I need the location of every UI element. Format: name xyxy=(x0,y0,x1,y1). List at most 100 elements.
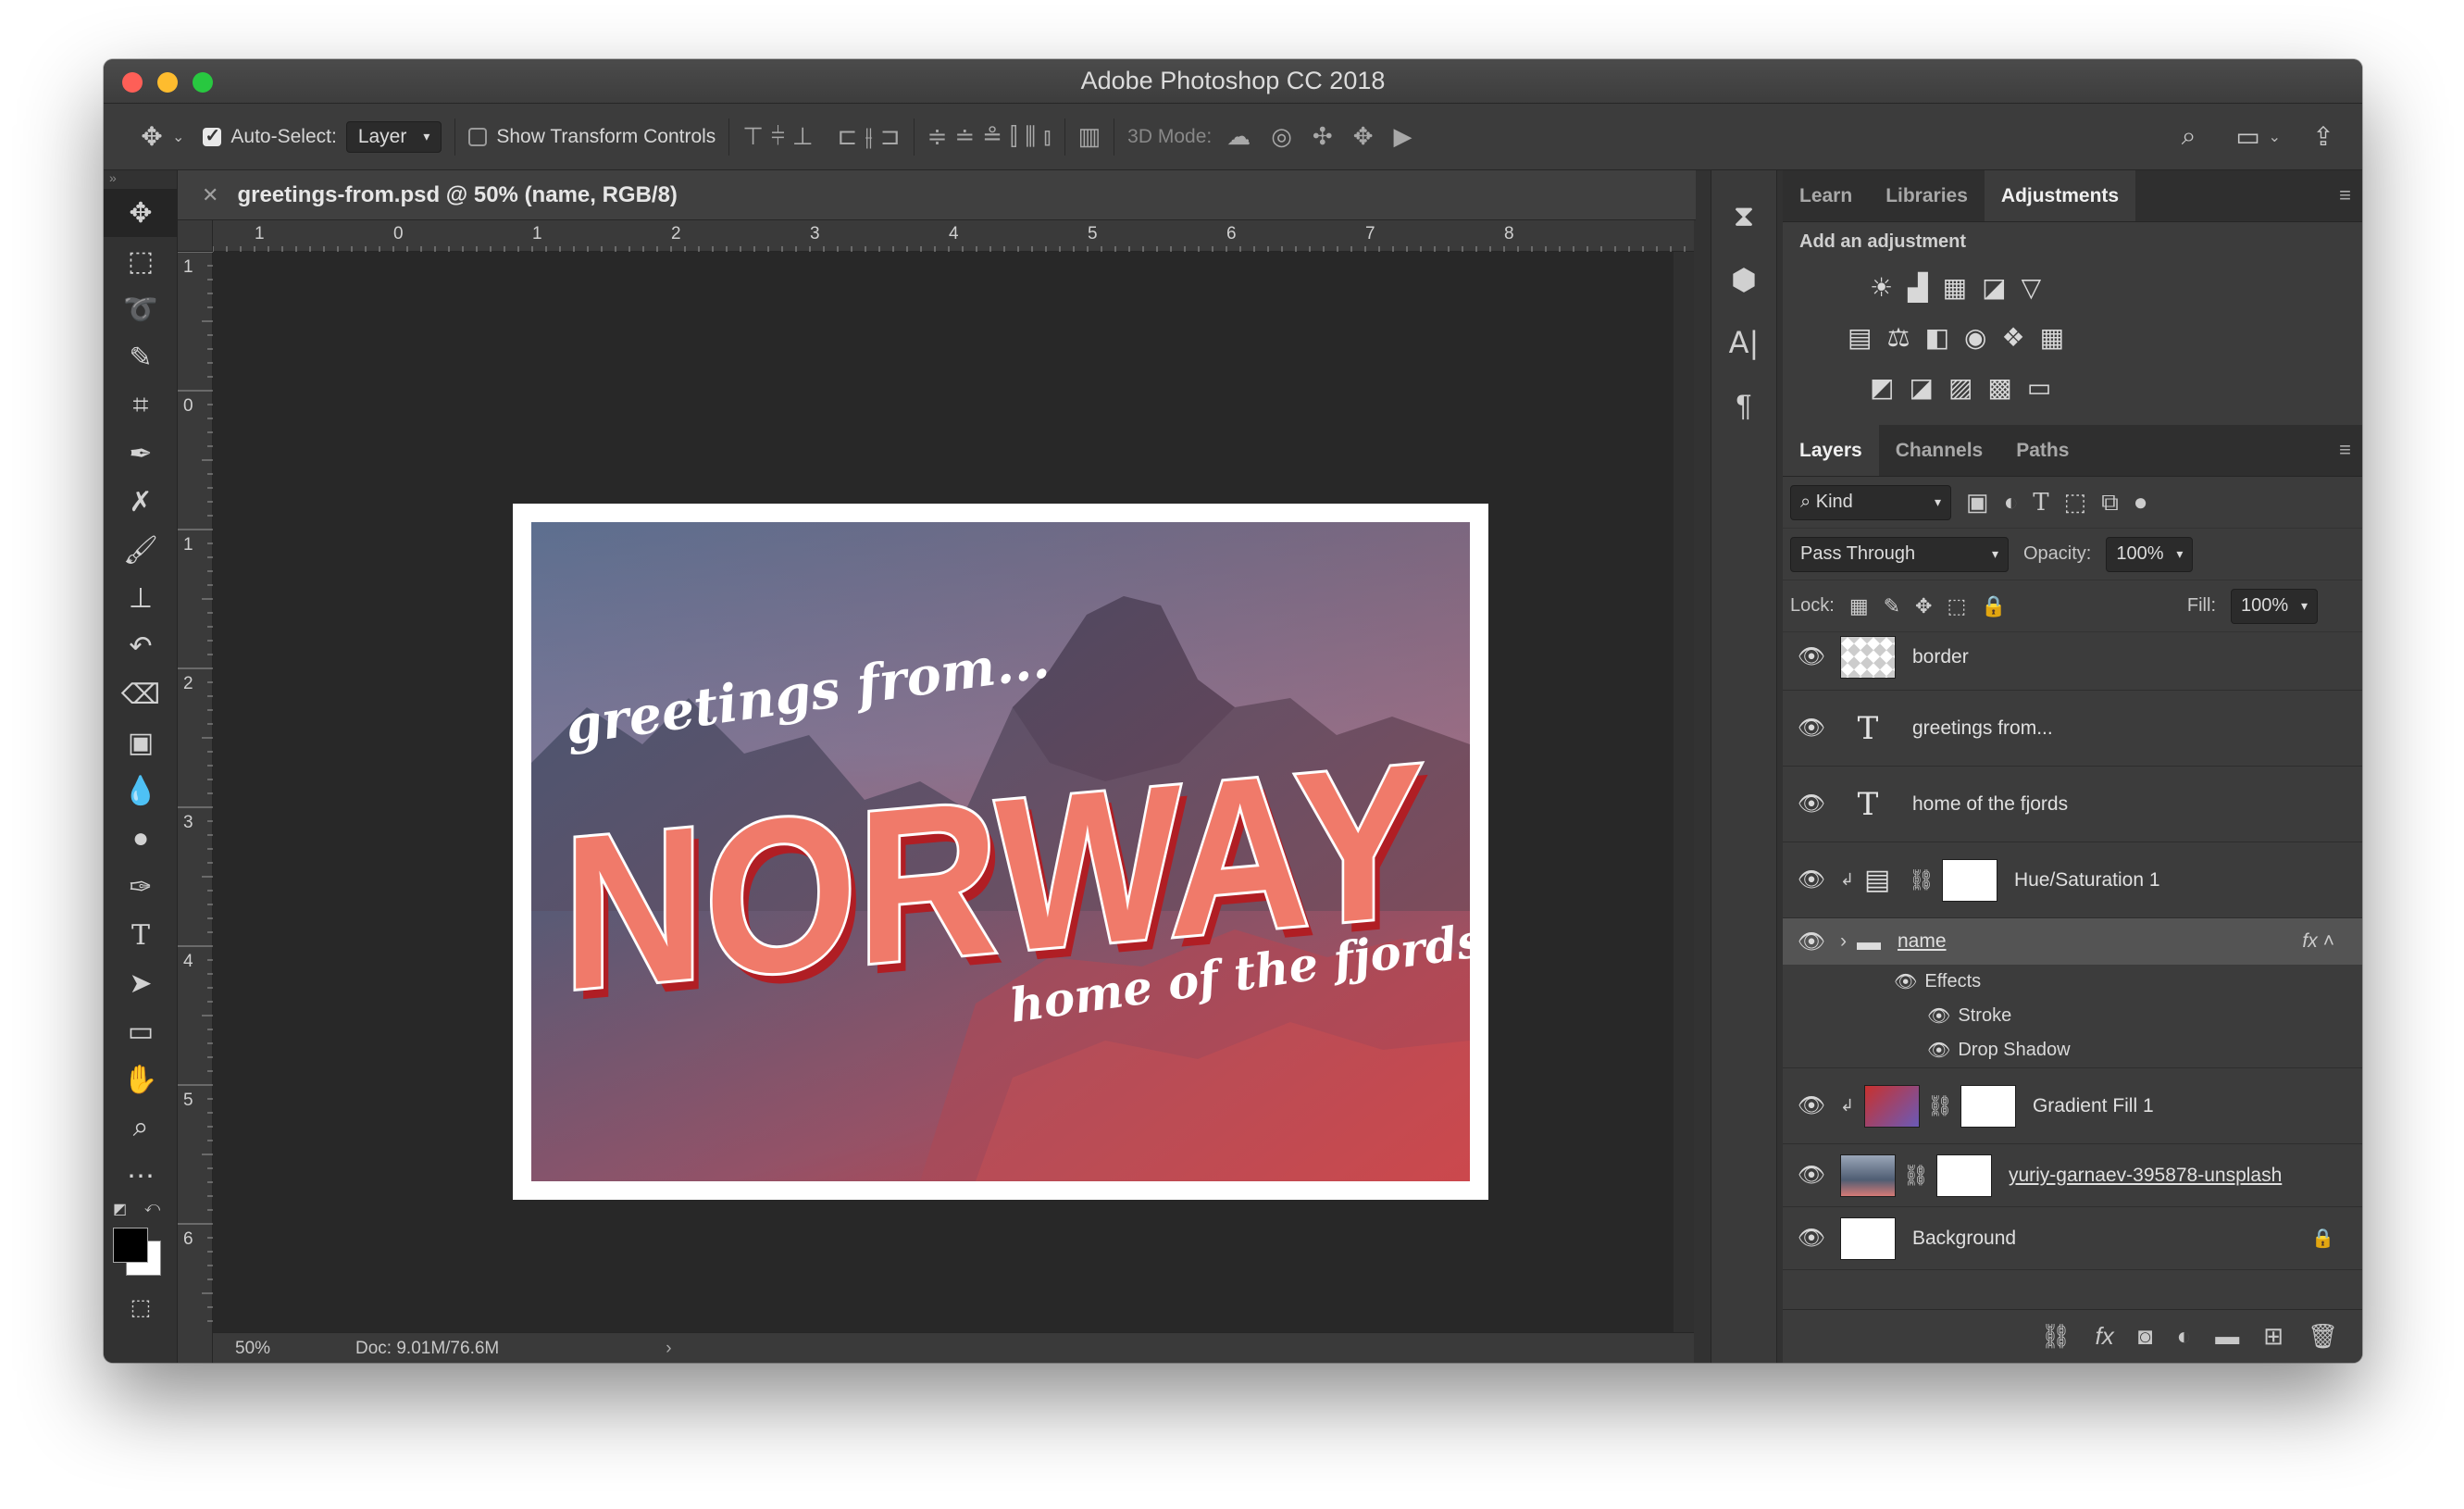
align-top-icon[interactable]: ⊤ xyxy=(742,122,764,152)
layer-mask-thumbnail[interactable] xyxy=(1941,858,1997,902)
share-icon[interactable]: ⇪ xyxy=(2303,121,2344,152)
layer-mask-thumbnail[interactable] xyxy=(1960,1084,2016,1128)
hue-saturation-icon[interactable]: ▤ xyxy=(1848,322,1872,353)
fx-badge-icon[interactable]: fx xyxy=(2302,930,2317,953)
effect-row-drop-shadow[interactable]: 👁 Drop Shadow xyxy=(1783,1033,2362,1067)
brush-tool-icon[interactable]: 🖌 xyxy=(104,526,178,574)
filter-toggle-icon[interactable]: ● xyxy=(2134,488,2148,517)
chain-link-icon[interactable]: ⛓ xyxy=(1909,868,1935,892)
paragraph-panel-icon[interactable]: ¶ xyxy=(1711,374,1776,437)
zoom-tool-icon[interactable]: ⌕ xyxy=(104,1104,178,1152)
visibility-eye-icon[interactable]: 👁 xyxy=(1783,715,1840,742)
hand-tool-icon[interactable]: ✋ xyxy=(104,1055,178,1104)
lock-artboard-icon[interactable]: ⬚ xyxy=(1947,594,1966,618)
visibility-eye-icon[interactable]: 👁 xyxy=(1894,970,1917,993)
invert-icon[interactable]: ◩ xyxy=(1870,372,1894,403)
3d-pan-icon[interactable]: ✣ xyxy=(1313,122,1333,151)
visibility-eye-icon[interactable]: 👁 xyxy=(1927,1039,1950,1062)
zoom-window-button[interactable] xyxy=(193,72,213,93)
eraser-tool-icon[interactable]: ⌫ xyxy=(104,670,178,718)
black-white-icon[interactable]: ◧ xyxy=(1925,322,1949,353)
add-mask-icon[interactable]: ◙ xyxy=(2138,1322,2153,1351)
color-balance-icon[interactable]: ⚖ xyxy=(1886,322,1910,353)
distribute-vcenter-icon[interactable]: ≐ xyxy=(954,122,975,152)
align-left-icon[interactable]: ⊏ xyxy=(838,122,858,152)
horizontal-ruler[interactable]: 1 0 1 2 3 4 5 6 7 8 xyxy=(212,220,1694,252)
collapse-effects-icon[interactable]: ˄ xyxy=(2323,930,2334,953)
filter-type-icon[interactable]: T xyxy=(2033,489,2048,517)
close-window-button[interactable] xyxy=(122,72,143,93)
dodge-tool-icon[interactable]: ● xyxy=(104,815,178,863)
ruler-origin[interactable] xyxy=(178,220,213,252)
new-group-icon[interactable]: ▬ xyxy=(2215,1322,2239,1351)
effects-row[interactable]: 👁 Effects xyxy=(1783,965,2362,999)
history-brush-tool-icon[interactable]: ↶ xyxy=(104,622,178,670)
3d-panel-icon[interactable]: ⬢ xyxy=(1711,248,1776,311)
chain-link-icon[interactable]: ⛓ xyxy=(1927,1094,1953,1118)
path-selection-tool-icon[interactable]: ➤ xyxy=(104,959,178,1007)
status-menu-chevron-icon[interactable]: › xyxy=(666,1339,671,1359)
threshold-icon[interactable]: ▨ xyxy=(1948,372,1972,403)
align-bottom-icon[interactable]: ⊥ xyxy=(792,122,814,152)
panel-menu-icon[interactable]: ≡ xyxy=(2339,183,2351,207)
gradient-tool-icon[interactable]: ▣ xyxy=(104,718,178,767)
auto-select-checkbox[interactable] xyxy=(203,124,222,147)
distribute-top-icon[interactable]: ≑ xyxy=(927,122,948,152)
exposure-icon[interactable]: ◪ xyxy=(1982,272,2006,303)
close-document-icon[interactable]: ✕ xyxy=(202,183,218,207)
canvas-area[interactable]: greetings from... NORWAY NORWAY home of … xyxy=(213,252,1694,1363)
3d-slide-icon[interactable]: ✥ xyxy=(1353,122,1374,151)
quick-selection-tool-icon[interactable]: ✎ xyxy=(104,333,178,381)
filter-shape-icon[interactable]: ⬚ xyxy=(2064,488,2087,517)
vertical-scrollbar[interactable] xyxy=(1674,252,1694,1332)
visibility-eye-icon[interactable]: 👁 xyxy=(1783,791,1840,817)
tab-paths[interactable]: Paths xyxy=(1999,425,2085,476)
tab-learn[interactable]: Learn xyxy=(1783,170,1869,221)
document-tab[interactable]: ✕ greetings-from.psd @ 50% (name, RGB/8) xyxy=(178,170,1696,220)
tab-adjustments[interactable]: Adjustments xyxy=(1984,170,2136,221)
vibrance-icon[interactable]: ▽ xyxy=(2022,272,2042,303)
workspace-icon[interactable]: ▭ xyxy=(2228,121,2269,152)
filter-pixel-icon[interactable]: ▣ xyxy=(1966,488,1989,517)
healing-brush-tool-icon[interactable]: ✗ xyxy=(104,478,178,526)
auto-align-icon[interactable]: ▥ xyxy=(1078,122,1101,151)
lock-position-icon[interactable]: ✥ xyxy=(1915,594,1932,618)
blend-mode-select[interactable]: Pass Through ▾ xyxy=(1790,536,2009,572)
3d-scale-icon[interactable]: ▶ xyxy=(1394,122,1412,151)
tab-channels[interactable]: Channels xyxy=(1879,425,2000,476)
panel-menu-icon[interactable]: ≡ xyxy=(2339,438,2351,462)
layer-group-name[interactable]: 👁 › ▬ name fx ˄ 👁 Effects 👁 Stroke 👁 Dro… xyxy=(1783,918,2362,1068)
lock-transparency-icon[interactable]: ▦ xyxy=(1849,594,1869,618)
crop-tool-icon[interactable]: ⌗ xyxy=(104,381,178,430)
character-panel-icon[interactable]: A| xyxy=(1711,311,1776,374)
visibility-eye-icon[interactable]: 👁 xyxy=(1927,1004,1950,1028)
filter-kind-select[interactable]: ⌕ Kind ▾ xyxy=(1790,484,1951,520)
align-right-icon[interactable]: ⊐ xyxy=(880,122,901,152)
lock-icon[interactable]: 🔒 xyxy=(2311,1227,2334,1250)
3d-roll-icon[interactable]: ◎ xyxy=(1271,122,1292,151)
distribute-bottom-icon[interactable]: ≗ xyxy=(982,122,1002,152)
layer-mask-thumbnail[interactable] xyxy=(1935,1154,1992,1197)
lasso-tool-icon[interactable]: ➰ xyxy=(104,285,178,333)
visibility-eye-icon[interactable]: 👁 xyxy=(1783,1162,1840,1189)
fill-field[interactable]: 100% ▾ xyxy=(2231,588,2318,624)
effect-row-stroke[interactable]: 👁 Stroke xyxy=(1783,999,2362,1033)
chain-link-icon[interactable]: ⛓ xyxy=(1903,1164,1929,1188)
layer-row-border[interactable]: 👁 border xyxy=(1783,624,2362,691)
photo-filter-icon[interactable]: ◉ xyxy=(1964,322,1986,353)
minimize-window-button[interactable] xyxy=(157,72,178,93)
brightness-contrast-icon[interactable]: ☀ xyxy=(1870,272,1893,303)
search-icon[interactable]: ⌕ xyxy=(2169,121,2209,152)
move-tool-preset-icon[interactable]: ✥ xyxy=(131,121,172,152)
delete-layer-icon[interactable]: 🗑 xyxy=(2308,1322,2338,1351)
new-adjustment-icon[interactable]: ◐ xyxy=(2176,1322,2191,1351)
layer-row-fjords[interactable]: 👁 T home of the fjords xyxy=(1783,767,2362,842)
expand-chevron-icon[interactable]: › xyxy=(1840,930,1857,953)
distribute-right-icon[interactable]: ⫾ xyxy=(1043,122,1051,152)
posterize-icon[interactable]: ◪ xyxy=(1909,372,1933,403)
doc-size[interactable]: Doc: 9.01M/76.6M xyxy=(355,1339,499,1359)
opacity-field[interactable]: 100% ▾ xyxy=(2106,536,2194,572)
layer-row-hue-saturation[interactable]: 👁 ↲ ▤ ⛓ Hue/Saturation 1 xyxy=(1783,842,2362,918)
align-hcenter-icon[interactable]: ⫲ xyxy=(865,122,872,152)
filter-smart-object-icon[interactable]: ⧉ xyxy=(2101,488,2119,518)
